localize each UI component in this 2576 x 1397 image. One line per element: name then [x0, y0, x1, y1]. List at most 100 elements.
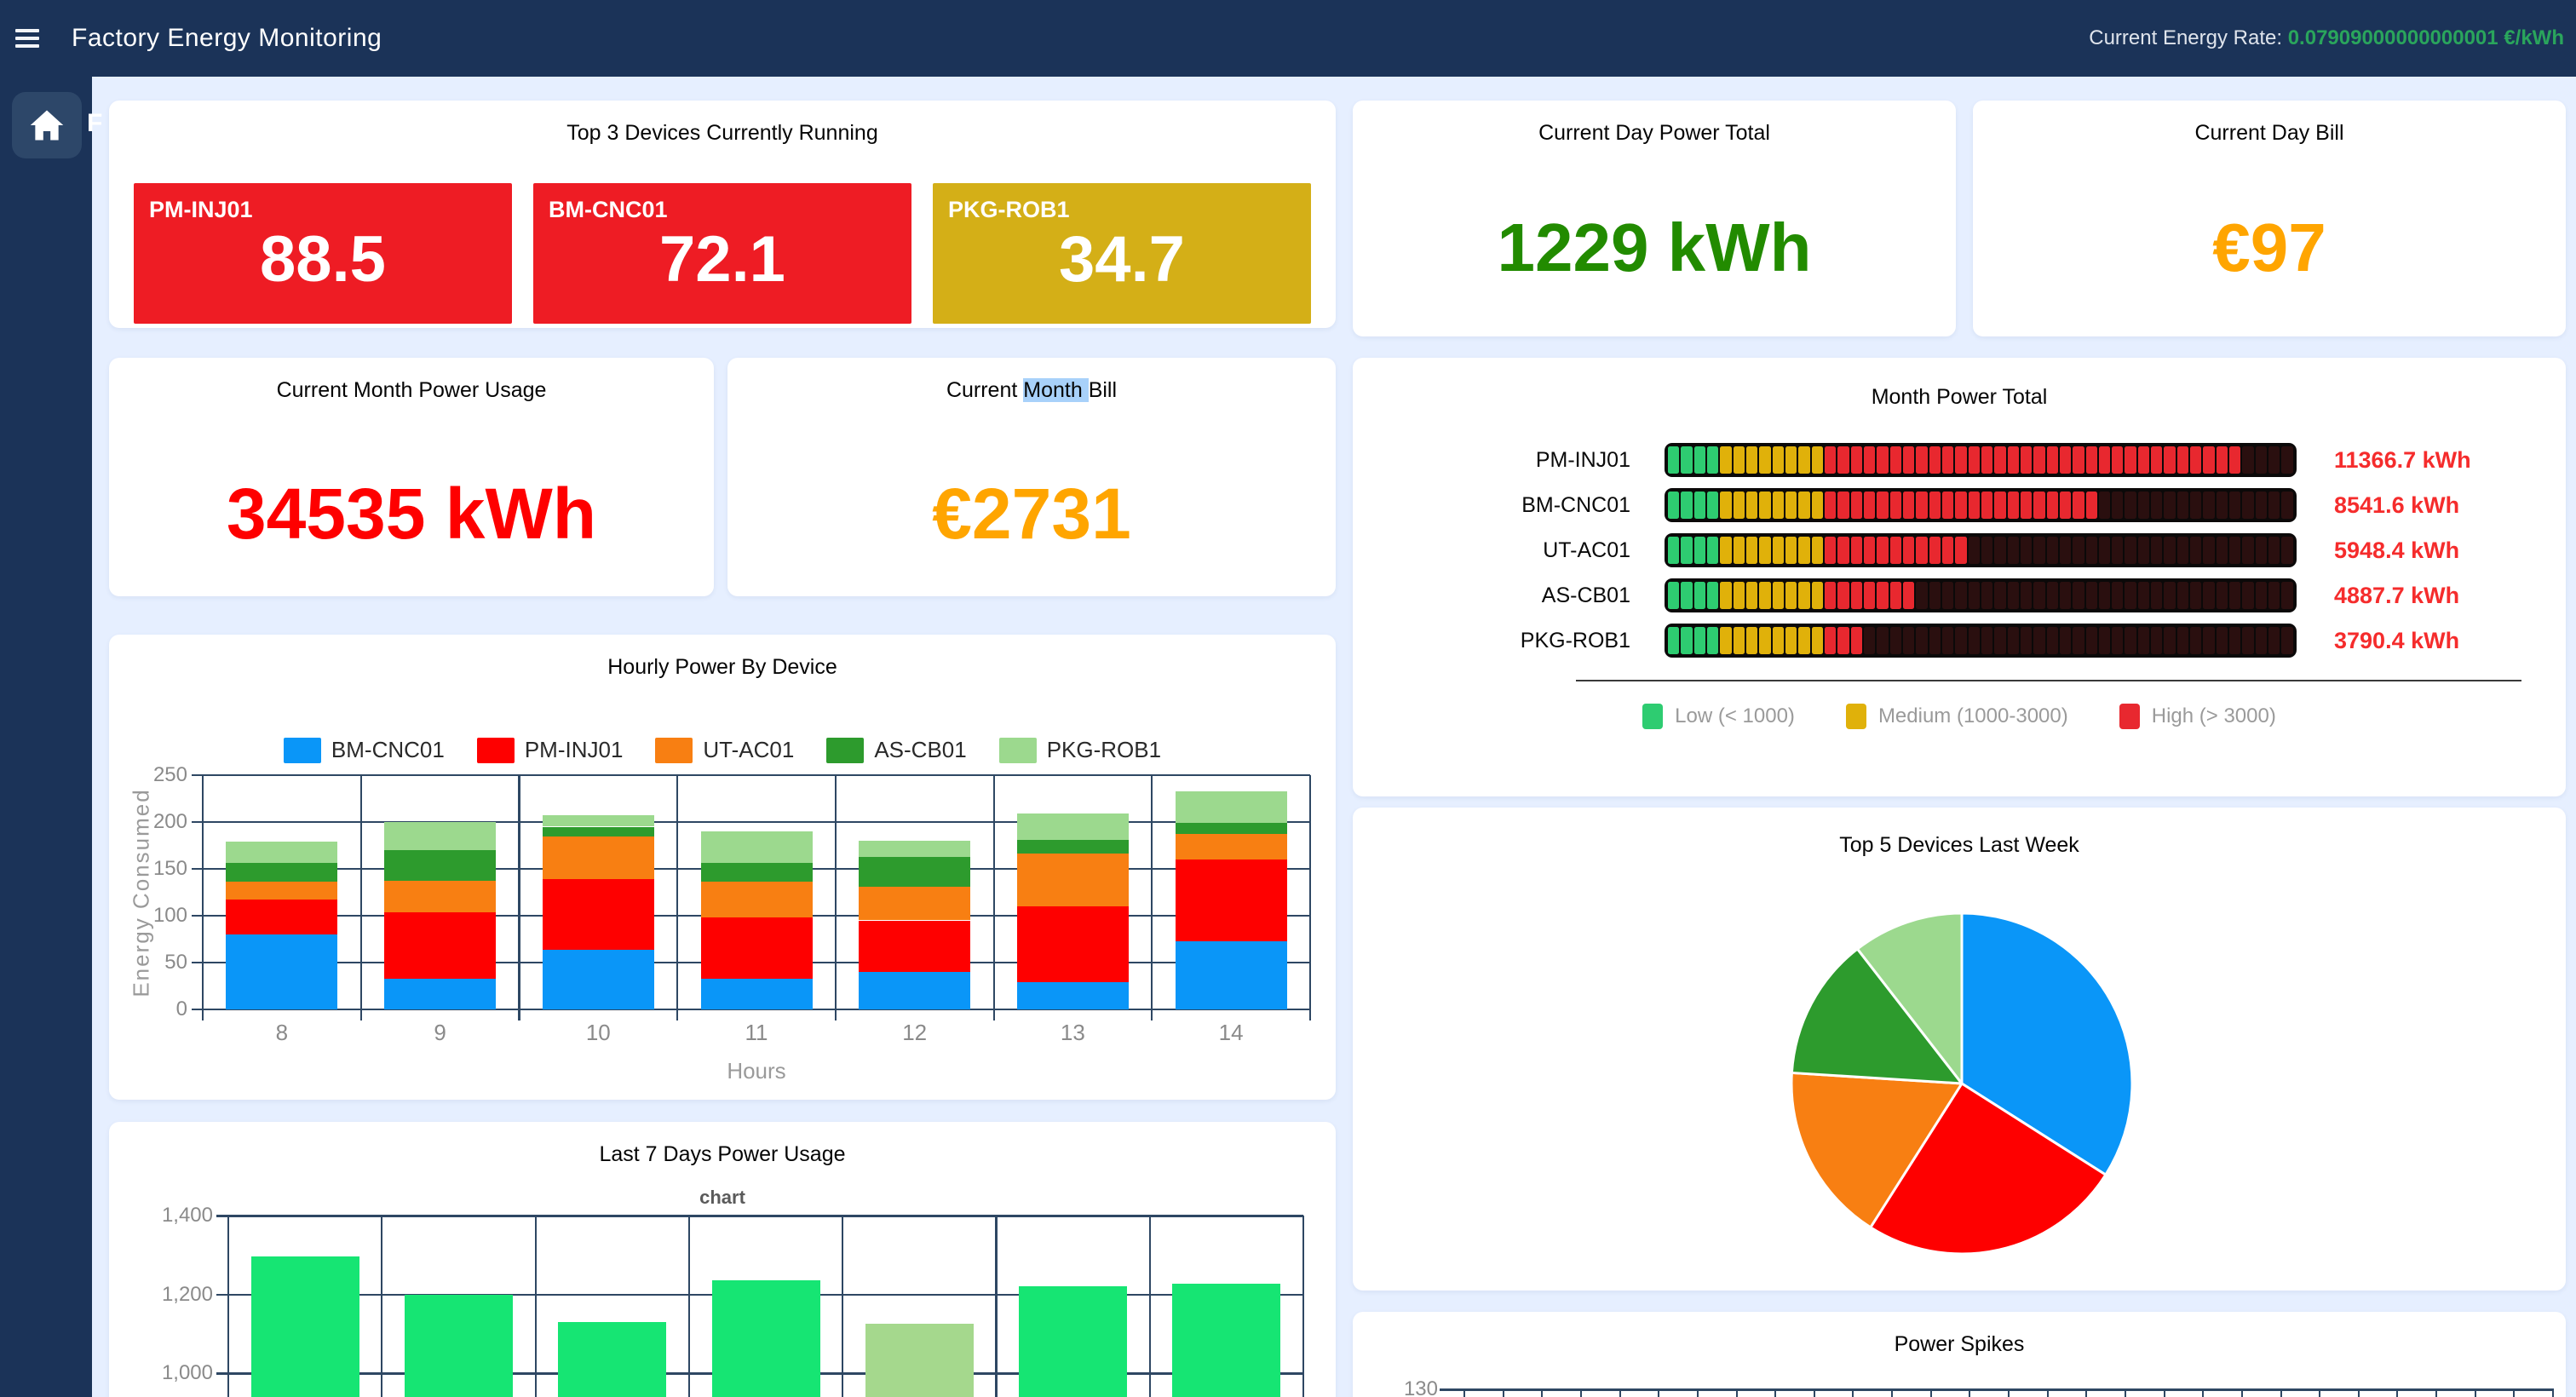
device-label: BM-CNC01 [1353, 493, 1665, 518]
stacked-bar-segment [226, 934, 337, 1009]
stacked-bar-segment [543, 879, 654, 950]
card-title: Current Day Power Total [1353, 101, 1956, 146]
led-segment [1837, 582, 1849, 609]
day-power-value: 1229 kWh [1497, 209, 1811, 287]
led-segment [1812, 582, 1823, 609]
y-tick-label: 1,000 [109, 1361, 213, 1385]
led-segment [1955, 492, 1966, 519]
led-segment [2125, 582, 2136, 609]
home-button[interactable] [12, 92, 82, 158]
led-segment [1798, 627, 1809, 654]
gridline-x [2552, 1388, 2554, 1397]
y-tick-label: 0 [109, 997, 187, 1021]
led-segment [1825, 582, 1836, 609]
gridline-x [2513, 1388, 2515, 1397]
led-legend: Low (< 1000) Medium (1000-3000) High (> … [1353, 704, 2566, 729]
led-segment [1720, 627, 1731, 654]
led-segment [2086, 537, 2097, 564]
bar [1172, 1284, 1280, 1397]
led-segment [1825, 537, 1836, 564]
last7-plot: 1,4001,2001,000 [109, 1122, 1336, 1397]
gridline-x [688, 1216, 690, 1397]
led-segment [1681, 582, 1692, 609]
card-day-bill: Current Day Bill €97 [1973, 101, 2566, 336]
led-segment [2086, 492, 2097, 519]
led-segment [2099, 446, 2110, 474]
led-segment [2060, 446, 2071, 474]
led-segment [1694, 627, 1705, 654]
led-segment [2229, 627, 2240, 654]
led-segment [1929, 582, 1941, 609]
led-segment [1812, 492, 1823, 519]
gridline-x [518, 775, 520, 1020]
gridline-x [360, 775, 362, 1020]
stacked-bar-segment [1176, 834, 1287, 859]
led-segment [2138, 537, 2149, 564]
led-segment [1798, 582, 1809, 609]
gridline-x [2125, 1388, 2126, 1397]
gridline-x [202, 775, 204, 1020]
led-segment [2033, 582, 2044, 609]
led-segment [2164, 492, 2175, 519]
led-segment [1929, 446, 1941, 474]
led-segment [2217, 492, 2228, 519]
led-segment [1994, 627, 2005, 654]
gridline-x [1814, 1388, 1815, 1397]
led-segment [1929, 492, 1941, 519]
stacked-bar-segment [859, 887, 970, 921]
bar [865, 1324, 974, 1397]
card-last7-days: Last 7 Days Power Usage chart 1,4001,200… [109, 1122, 1336, 1397]
led-segment [2190, 582, 2201, 609]
card-month-bill: Current Month Bill €2731 [727, 358, 1336, 596]
led-segment [2190, 537, 2201, 564]
led-segment [2217, 627, 2228, 654]
led-segment [2242, 492, 2253, 519]
legend-label: High (> 3000) [2152, 704, 2276, 728]
hamburger-menu-button[interactable] [15, 26, 44, 51]
stacked-bar-segment [226, 900, 337, 934]
led-segment [2190, 446, 2201, 474]
led-segment [1942, 446, 1953, 474]
led-segment [1994, 582, 2005, 609]
led-segment [2256, 537, 2267, 564]
gridline-x [1891, 1388, 1893, 1397]
gridline-x [835, 775, 837, 1020]
led-segment [1851, 492, 1862, 519]
led-segment [2256, 627, 2267, 654]
gridline-x [1658, 1388, 1659, 1397]
card-power-spikes: Power Spikes 130 [1353, 1312, 2566, 1397]
led-segment [2242, 627, 2253, 654]
gridline-x [1969, 1388, 1970, 1397]
bar [405, 1295, 513, 1397]
led-segment [1798, 446, 1809, 474]
led-segment [1707, 537, 1718, 564]
led-segment [2138, 627, 2149, 654]
legend-swatch [2119, 704, 2140, 729]
legend-item: High (> 3000) [2119, 704, 2276, 729]
gridline-x [1309, 775, 1311, 1020]
led-segment [2021, 627, 2032, 654]
led-segment [2151, 537, 2162, 564]
led-segment [2229, 537, 2240, 564]
led-segment [2268, 537, 2280, 564]
led-segment [2073, 627, 2084, 654]
led-segment [1759, 537, 1770, 564]
led-segment [2047, 537, 2058, 564]
gridline-x [1736, 1388, 1738, 1397]
led-segment [2047, 627, 2058, 654]
led-segment [2021, 492, 2032, 519]
card-title: Top 3 Devices Currently Running [109, 101, 1336, 146]
led-segment [1773, 582, 1784, 609]
bar [251, 1256, 359, 1397]
card-top3-devices: Top 3 Devices Currently Running PM-INJ01… [109, 101, 1336, 328]
x-tick-label: 11 [722, 1020, 791, 1046]
led-segment [1981, 537, 1992, 564]
led-segment [1746, 627, 1757, 654]
led-segment [2229, 446, 2240, 474]
device-tile: BM-CNC01 72.1 [533, 183, 911, 324]
device-total: 11366.7 kWh [2334, 447, 2471, 474]
stacked-bar-segment [859, 972, 970, 1009]
led-segment [1746, 492, 1757, 519]
led-segment [2203, 446, 2214, 474]
gridline-y [228, 1215, 1303, 1217]
